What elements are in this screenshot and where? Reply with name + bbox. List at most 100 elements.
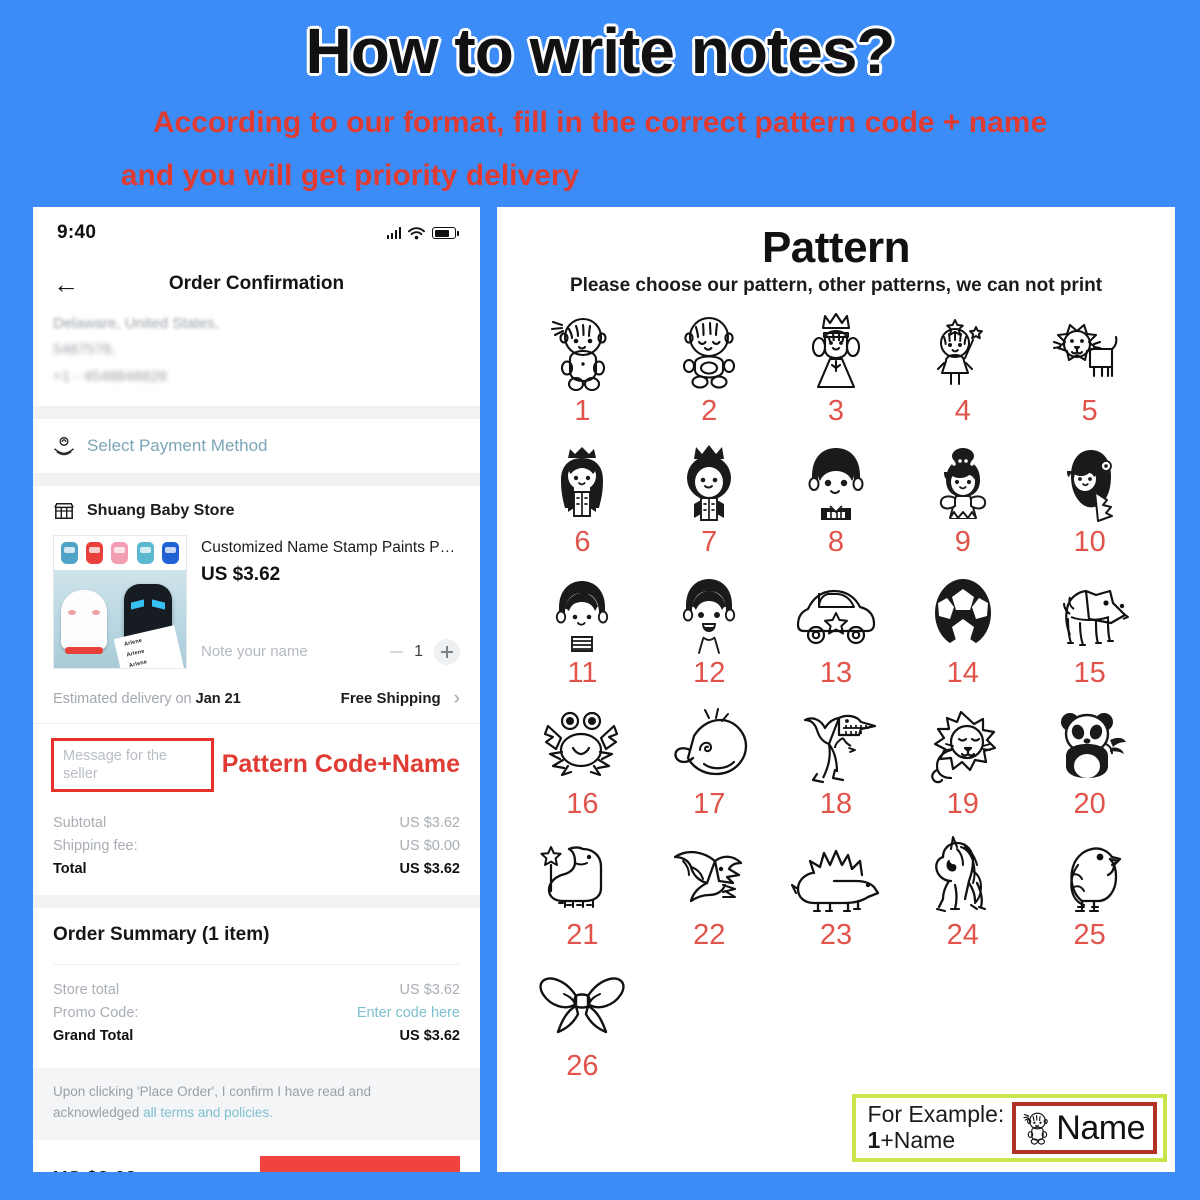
pattern-number-21: 21	[566, 919, 599, 951]
stegosaurus-icon	[790, 849, 880, 913]
pattern-number-26: 26	[566, 1050, 599, 1082]
shipping-method-group[interactable]: Free Shipping ›	[341, 688, 460, 710]
example-formula-rest: +Name	[880, 1127, 956, 1153]
pattern-cell-20[interactable]: 20	[1026, 704, 1153, 835]
message-for-seller-input[interactable]: Message for the seller	[51, 737, 214, 792]
pattern-cell-9[interactable]: 9	[899, 442, 1026, 573]
pattern-cell-13[interactable]: 13	[773, 573, 900, 704]
total-value-total: US $3.62	[399, 861, 460, 878]
total-value-subtotal: US $3.62	[399, 815, 460, 832]
subtitle-line-2: and you will get priority delivery	[120, 158, 580, 192]
pattern-number-2: 2	[701, 395, 718, 427]
example-text: For Example: 1+Name	[867, 1101, 1005, 1154]
order-summary-block: Order Summary (1 item) Store total US $3…	[33, 908, 480, 1068]
pattern-number-10: 10	[1073, 526, 1106, 558]
pattern-cell-14[interactable]: 14	[899, 573, 1026, 704]
pattern-number-3: 3	[827, 395, 845, 427]
pattern-number-11: 11	[567, 657, 598, 689]
pattern-cell-18[interactable]: 18	[773, 704, 900, 835]
pattern-cell-7[interactable]: 7	[646, 442, 773, 573]
pattern-cell-2[interactable]: 2	[646, 311, 773, 442]
pattern-cell-25[interactable]: 25	[1026, 835, 1153, 966]
address-line-2: 5487578,	[53, 341, 116, 359]
quantity-increase-button[interactable]	[434, 638, 460, 665]
fairy-bun-icon	[939, 448, 986, 519]
pattern-cell-12[interactable]: 12	[646, 573, 773, 704]
section-divider-2	[33, 472, 480, 486]
pattern-number-19: 19	[946, 788, 979, 820]
pattern-number-17: 17	[693, 788, 726, 820]
pattern-number-14: 14	[946, 657, 979, 689]
status-bar-time: 9:40	[57, 222, 97, 243]
product-info: Customized Name Stamp Paints Perso... US…	[201, 535, 460, 669]
whale-icon	[674, 708, 748, 776]
nav-bar: ← Order Confirmation	[33, 259, 480, 309]
phone-mockup-panel: 9:40 ← Order Confirmation Delaware, Unit…	[33, 207, 480, 1172]
status-bar-icons	[386, 226, 459, 240]
parrot-icon	[1069, 847, 1121, 913]
pattern-cell-4[interactable]: 4	[899, 311, 1026, 442]
pattern-cell-22[interactable]: 22	[646, 835, 773, 966]
pattern-number-9: 9	[954, 526, 971, 558]
crab-icon	[544, 711, 619, 777]
shipping-address-block[interactable]: Delaware, United States, 5487578, +1 - 4…	[33, 309, 480, 406]
estimated-delivery-label: Estimated delivery on Jan 21	[53, 691, 241, 707]
pattern-cell-21[interactable]: 21	[519, 835, 646, 966]
enter-promo-code-link[interactable]: Enter code here	[357, 1005, 460, 1021]
pattern-number-7: 7	[701, 526, 718, 558]
quantity-stepper[interactable]: 1	[390, 638, 460, 665]
pattern-cell-26[interactable]: 26	[519, 966, 646, 1097]
pattern-cell-11[interactable]: 11	[519, 573, 646, 704]
total-label-total: Total	[53, 861, 87, 878]
quantity-decrease-button[interactable]	[390, 650, 404, 653]
pattern-cell-19[interactable]: 19	[899, 704, 1026, 835]
shipping-row[interactable]: Estimated delivery on Jan 21 Free Shippi…	[33, 675, 480, 724]
pattern-cell-6[interactable]: 6	[519, 442, 646, 573]
pattern-cell-8[interactable]: 8	[773, 442, 900, 573]
store-row[interactable]: Shuang Baby Store	[33, 486, 480, 529]
select-payment-method-row[interactable]: Select Payment Method	[33, 419, 480, 473]
mermaid-icon	[1066, 450, 1113, 522]
section-divider	[33, 405, 480, 419]
estimated-delivery-date: Jan 21	[195, 690, 241, 707]
princess-long-hair-icon	[561, 447, 604, 517]
section-divider-3	[33, 894, 480, 908]
order-summary-title: Order Summary (1 item)	[53, 924, 460, 965]
pattern-cell-5[interactable]: 5	[1026, 311, 1153, 442]
message-for-seller-row[interactable]: Message for the seller Pattern Code+Name	[33, 724, 480, 804]
product-thumbnail[interactable]: Arlene Arlene Arlene	[53, 534, 187, 669]
page-subtitle: According to our format, fill in the cor…	[0, 97, 1200, 202]
summary-row-promo-code[interactable]: Promo Code: Enter code here	[53, 1002, 460, 1025]
swatch-4	[161, 541, 179, 564]
pattern-cell-15[interactable]: 15	[1026, 573, 1153, 704]
summary-row-store-total: Store total US $3.62	[53, 979, 460, 1002]
pattern-cell-1[interactable]: 1	[519, 311, 646, 442]
terms-notice: Upon clicking 'Place Order', I confirm I…	[33, 1067, 480, 1140]
storefront-icon	[54, 502, 74, 519]
subtitle-line-1: According to our format, fill in the cor…	[152, 106, 1048, 139]
pattern-cell-16[interactable]: 16	[519, 704, 646, 835]
summary-label-promo-code: Promo Code:	[53, 1005, 139, 1022]
pattern-number-16: 16	[566, 788, 599, 820]
product-row[interactable]: Arlene Arlene Arlene Customized Name Sta…	[33, 529, 480, 675]
white-stamp-icon	[61, 589, 107, 654]
quantity-value: 1	[414, 642, 423, 660]
pattern-cell-24[interactable]: 24	[899, 835, 1026, 966]
boy-black-hair-icon	[808, 448, 864, 520]
terms-and-policies-link[interactable]: all terms and policies.	[143, 1105, 273, 1120]
summary-label-store-total: Store total	[53, 982, 120, 999]
pattern-cell-23[interactable]: 23	[773, 835, 900, 966]
pattern-subtitle: Please choose our pattern, other pattern…	[569, 275, 1103, 296]
pattern-cell-10[interactable]: 10	[1026, 442, 1153, 573]
boy-laughing-icon	[683, 579, 736, 654]
pattern-code-name-annotation: Pattern Code+Name	[221, 750, 460, 779]
pattern-number-18: 18	[819, 788, 853, 820]
note-your-name-field[interactable]: Note your name	[201, 643, 308, 660]
pattern-cell-3[interactable]: 3	[773, 311, 900, 442]
pay-now-button[interactable]: Pay now	[260, 1155, 460, 1172]
swatch-0	[61, 541, 79, 564]
back-arrow-icon[interactable]: ←	[53, 271, 79, 297]
pattern-number-24: 24	[946, 919, 979, 951]
pattern-cell-17[interactable]: 17	[646, 704, 773, 835]
example-label: For Example:	[867, 1101, 1005, 1128]
